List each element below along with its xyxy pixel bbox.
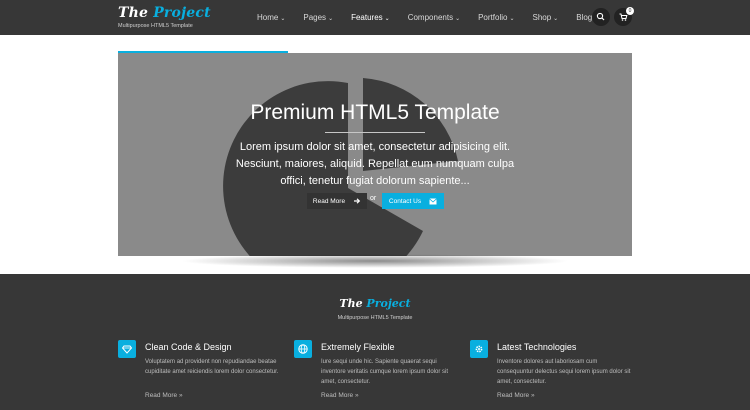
contact-us-label: Contact Us <box>388 197 422 205</box>
nav-components[interactable]: Components ⌄ <box>408 13 460 22</box>
logo-tagline: Multipurpose HTML5 Template <box>118 23 193 29</box>
logo-text: The Project <box>118 5 211 21</box>
hero-slide: Premium HTML5 Template Lorem ipsum dolor… <box>118 53 632 256</box>
search-button[interactable] <box>592 8 610 26</box>
envelope-icon <box>429 198 437 204</box>
contact-us-button[interactable]: Contact Us <box>382 193 444 209</box>
double-chevron-right-icon: » <box>178 392 183 399</box>
search-icon <box>596 12 605 21</box>
nav-portfolio[interactable]: Portfolio ⌄ <box>478 13 514 22</box>
footer-logo[interactable]: The Project <box>0 294 750 312</box>
hero-title: Premium HTML5 Template <box>250 101 500 124</box>
feature-read-more-link[interactable]: Read More » <box>497 392 535 399</box>
chevron-down-icon: ⌄ <box>455 16 461 22</box>
hero-text: Lorem ipsum dolor sit amet, consectetur … <box>235 141 515 187</box>
footer-logo-text: The Project <box>339 297 411 310</box>
chevron-down-icon: ⌄ <box>280 16 286 22</box>
or-text: or <box>370 195 377 202</box>
feature-text: Inventore dolores aut laboriosam cum con… <box>497 359 631 385</box>
diamond-icon <box>118 340 136 358</box>
double-chevron-right-icon: » <box>354 392 359 399</box>
feature-text: Voluptatem ad provident non repudiandae … <box>145 359 279 375</box>
nav-features[interactable]: Features ⌄ <box>351 13 390 22</box>
nav-shop[interactable]: Shop ⌄ <box>532 13 558 22</box>
read-more-label: Read More <box>312 197 346 205</box>
feature-text: Iure sequi unde hic. Sapiente quaerat se… <box>321 359 449 385</box>
chevron-down-icon: ⌄ <box>553 16 559 22</box>
nav-pages[interactable]: Pages ⌄ <box>303 13 333 22</box>
feature-title: Clean Code & Design <box>145 342 232 352</box>
hero-shadow <box>180 254 570 268</box>
gear-icon <box>470 340 488 358</box>
footer-tagline: Multipurpose HTML5 Template <box>337 315 413 321</box>
feature-read-more-link[interactable]: Read More » <box>321 392 359 399</box>
chevron-down-icon: ⌄ <box>509 16 515 22</box>
chevron-down-icon: ⌄ <box>328 16 334 22</box>
feature-title: Extremely Flexible <box>321 342 395 352</box>
top-header: The Project Multipurpose HTML5 Template … <box>0 0 750 35</box>
arrow-right-icon <box>354 198 361 204</box>
nav-home[interactable]: Home ⌄ <box>257 13 285 22</box>
feature-title: Latest Technologies <box>497 342 577 352</box>
globe-icon <box>294 340 312 358</box>
site-logo[interactable]: The Project <box>118 4 211 22</box>
read-more-button[interactable]: Read More <box>307 193 367 209</box>
feature-read-more-link[interactable]: Read More » <box>145 392 183 399</box>
main-nav: Home ⌄ Pages ⌄ Features ⌄ Components ⌄ Portf… <box>257 0 617 35</box>
chevron-down-icon: ⌄ <box>384 16 390 22</box>
hero-separator <box>325 132 425 133</box>
double-chevron-right-icon: » <box>530 392 535 399</box>
footer-section: The Project Multipurpose HTML5 Template … <box>0 274 750 410</box>
cart-count-badge: 0 <box>626 7 634 15</box>
